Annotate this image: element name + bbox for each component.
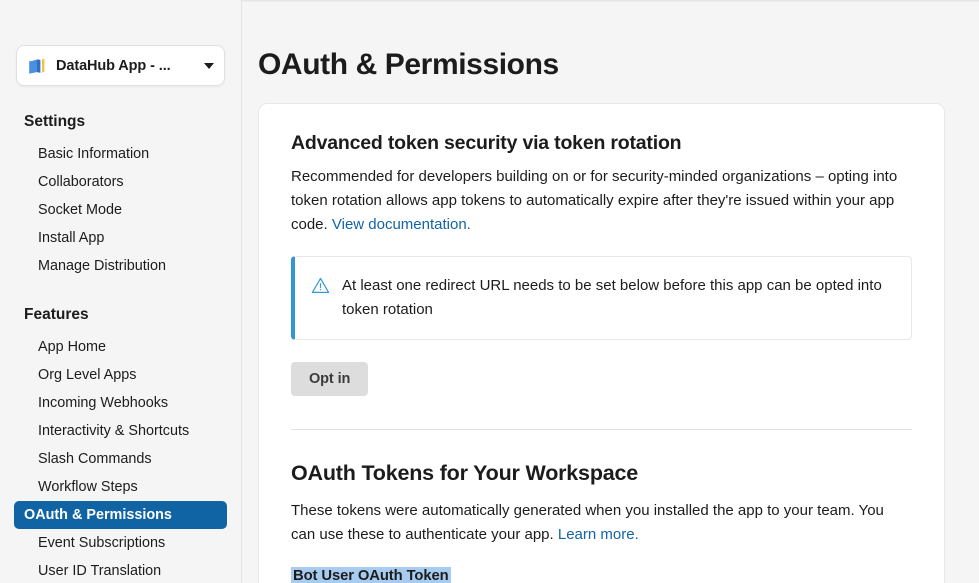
token-rotation-section: Advanced token security via token rotati…	[291, 132, 912, 430]
sidebar-item-collaborators[interactable]: Collaborators	[14, 168, 227, 196]
sidebar-features-list: App Home Org Level Apps Incoming Webhook…	[0, 333, 241, 583]
section-divider	[291, 429, 912, 430]
sidebar-item-basic-information[interactable]: Basic Information	[14, 140, 227, 168]
workspace-tokens-heading: OAuth Tokens for Your Workspace	[291, 461, 912, 486]
page-title: OAuth & Permissions	[258, 48, 979, 82]
token-rotation-heading: Advanced token security via token rotati…	[291, 132, 912, 155]
warning-triangle-icon	[311, 276, 330, 295]
bot-token-label-wrap: Bot User OAuth Token	[291, 547, 912, 583]
redirect-url-warning-text: At least one redirect URL needs to be se…	[342, 274, 893, 322]
opt-in-button[interactable]: Opt in	[291, 362, 368, 396]
datahub-app-logo-icon	[27, 56, 47, 76]
sidebar-item-install-app[interactable]: Install App	[14, 224, 227, 252]
chevron-down-icon	[204, 63, 214, 69]
token-rotation-description: Recommended for developers building on o…	[291, 165, 907, 237]
sidebar-item-manage-distribution[interactable]: Manage Distribution	[14, 252, 227, 280]
sidebar-item-socket-mode[interactable]: Socket Mode	[14, 196, 227, 224]
sidebar-item-workflow-steps[interactable]: Workflow Steps	[14, 473, 227, 501]
workspace-tokens-section: OAuth Tokens for Your Workspace These to…	[291, 461, 912, 583]
sidebar-settings-list: Basic Information Collaborators Socket M…	[0, 140, 241, 280]
sidebar-item-org-level-apps[interactable]: Org Level Apps	[14, 361, 227, 389]
sidebar-item-app-home[interactable]: App Home	[14, 333, 227, 361]
sidebar-heading-settings: Settings	[0, 113, 241, 131]
sidebar-heading-features: Features	[0, 306, 241, 324]
app-window: DataHub App - ... Settings Basic Informa…	[0, 0, 979, 583]
sidebar-item-incoming-webhooks[interactable]: Incoming Webhooks	[14, 389, 227, 417]
sidebar-item-interactivity-shortcuts[interactable]: Interactivity & Shortcuts	[14, 417, 227, 445]
sidebar-item-slash-commands[interactable]: Slash Commands	[14, 445, 227, 473]
sidebar: DataHub App - ... Settings Basic Informa…	[0, 0, 242, 583]
view-documentation-link[interactable]: View documentation.	[332, 216, 471, 233]
sidebar-item-event-subscriptions[interactable]: Event Subscriptions	[14, 529, 227, 557]
workspace-tokens-description: These tokens were automatically generate…	[291, 499, 907, 547]
app-switcher-button[interactable]: DataHub App - ...	[16, 45, 225, 86]
redirect-url-warning-alert: At least one redirect URL needs to be se…	[291, 256, 912, 340]
bot-user-oauth-token-label: Bot User OAuth Token	[291, 567, 451, 583]
content-card: Advanced token security via token rotati…	[258, 103, 945, 583]
learn-more-link[interactable]: Learn more.	[558, 526, 639, 543]
main-content: OAuth & Permissions Advanced token secur…	[242, 0, 979, 583]
sidebar-item-oauth-permissions[interactable]: OAuth & Permissions	[14, 501, 227, 529]
sidebar-item-user-id-translation[interactable]: User ID Translation	[14, 557, 227, 583]
app-switcher-label: DataHub App - ...	[56, 58, 198, 74]
